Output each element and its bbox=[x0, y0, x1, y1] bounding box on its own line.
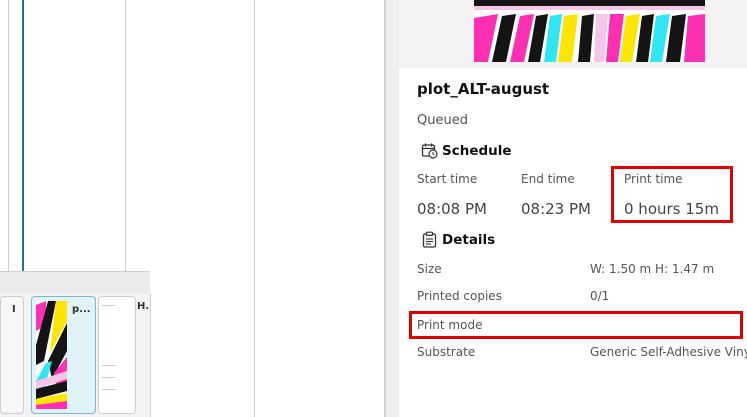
job-preview-graphic bbox=[474, 0, 705, 62]
job-card-label: I bbox=[12, 304, 16, 315]
job-cards-strip[interactable]: I p... H. bbox=[0, 294, 151, 417]
clipboard-icon bbox=[422, 231, 437, 248]
details-heading: Details bbox=[442, 232, 496, 248]
size-value: W: 1.50 m H: 1.47 m bbox=[590, 262, 715, 276]
preview-area bbox=[399, 0, 747, 68]
timeline-row-header bbox=[0, 271, 150, 295]
job-card-label: p... bbox=[72, 304, 91, 315]
panel-divider bbox=[385, 0, 400, 417]
blank-page-thumbnail bbox=[102, 305, 132, 401]
job-card[interactable] bbox=[98, 296, 136, 414]
job-preview-image bbox=[474, 0, 705, 62]
start-time-label: Start time bbox=[417, 172, 478, 186]
substrate-label: Substrate bbox=[417, 345, 476, 359]
printed-copies-value: 0/1 bbox=[590, 289, 610, 303]
print-mode-highlight bbox=[409, 311, 743, 339]
job-card[interactable]: I bbox=[0, 296, 24, 414]
schedule-heading: Schedule bbox=[442, 143, 512, 159]
timeline-gridline bbox=[254, 0, 255, 417]
job-thumbnail-image bbox=[36, 301, 67, 409]
print-time-highlight bbox=[611, 166, 733, 223]
job-status: Queued bbox=[417, 113, 468, 128]
substrate-value: Generic Self-Adhesive Vinyl bbox=[590, 345, 747, 359]
calendar-clock-icon bbox=[421, 143, 438, 159]
job-details-panel: plot_ALT-august Queued Schedule Start ti… bbox=[399, 0, 747, 417]
job-card-label: H. bbox=[137, 301, 150, 312]
size-label: Size bbox=[417, 262, 442, 276]
end-time-label: End time bbox=[521, 172, 575, 186]
end-time-value: 08:23 PM bbox=[521, 200, 591, 218]
job-thumbnail bbox=[36, 301, 67, 409]
start-time-value: 08:08 PM bbox=[417, 200, 487, 218]
job-name: plot_ALT-august bbox=[417, 80, 550, 98]
job-card-selected[interactable]: p... bbox=[31, 296, 96, 414]
timeline-area: I p... H. bbox=[0, 0, 385, 417]
printed-copies-label: Printed copies bbox=[417, 289, 502, 303]
